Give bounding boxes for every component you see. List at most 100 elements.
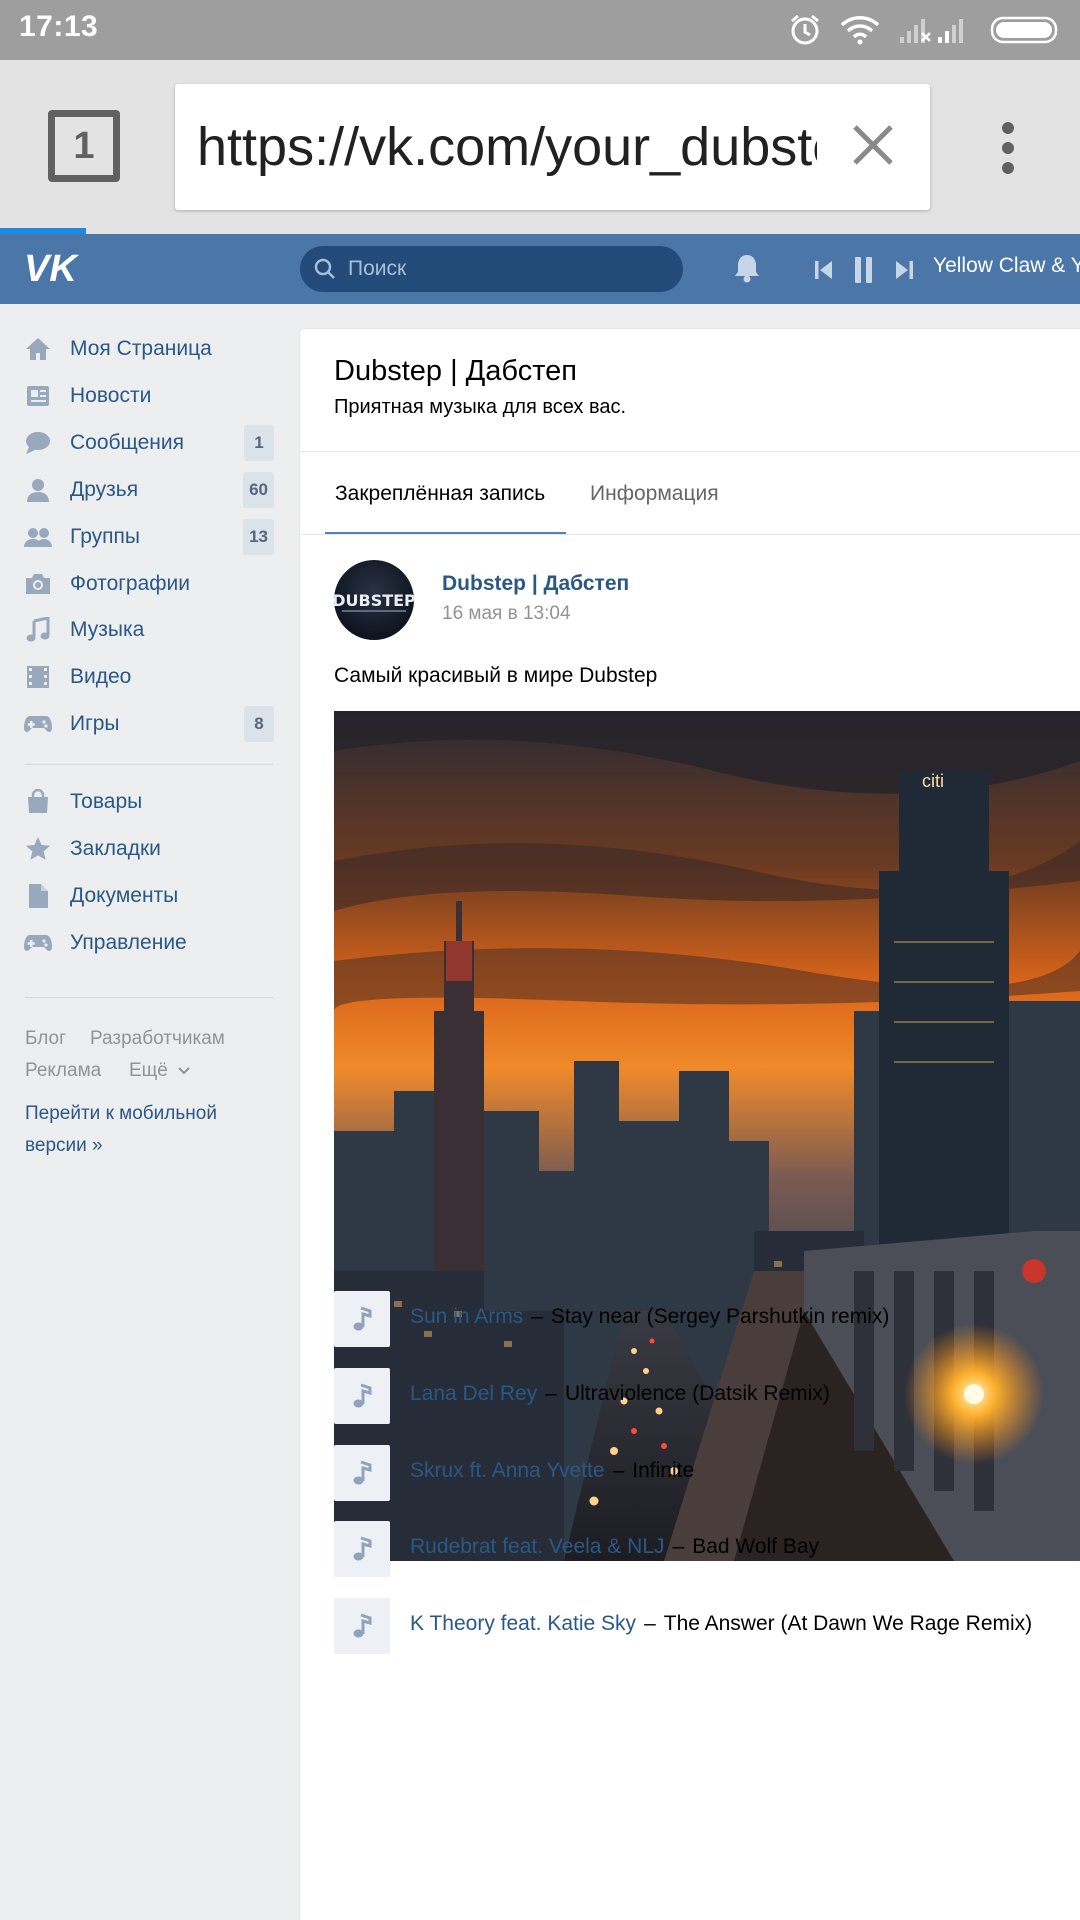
- search-input[interactable]: [346, 246, 666, 292]
- sidebar-item-label: Фотографии: [70, 572, 191, 595]
- track-separator: –: [612, 1459, 625, 1482]
- friends-count-badge: 60: [243, 472, 274, 508]
- url-field[interactable]: https://vk.com/your_dubstep: [175, 84, 930, 210]
- tab-pinned-post[interactable]: Закреплённая запись: [335, 482, 545, 506]
- track-separator: –: [672, 1535, 685, 1558]
- audio-track-row[interactable]: Sun in Arms – Stay near (Sergey Parshutkin…: [334, 1291, 1074, 1349]
- overflow-menu-icon[interactable]: [1000, 122, 1016, 174]
- alarm-icon: [788, 13, 822, 47]
- sidebar-item-games[interactable]: Игры 8: [24, 704, 274, 744]
- previous-icon[interactable]: [814, 258, 834, 287]
- sidebar-item-goods[interactable]: Товары: [24, 782, 274, 822]
- sidebar-item-video[interactable]: Видео: [24, 657, 274, 697]
- sidebar-item-bookmarks[interactable]: Закладки: [24, 829, 274, 869]
- search-icon: [313, 257, 337, 286]
- sidebar-item-label: Сообщения: [70, 431, 184, 454]
- divider: [300, 534, 1080, 535]
- track-separator: –: [531, 1305, 543, 1328]
- next-icon[interactable]: [894, 258, 914, 287]
- pause-icon[interactable]: [854, 256, 874, 289]
- games-count-badge: 8: [244, 706, 274, 742]
- track-title: Stay near (Sergey Parshutkin remix): [550, 1305, 890, 1328]
- post-photo-city-sunset[interactable]: citi: [334, 711, 1080, 1561]
- mobile-version-link[interactable]: Перейти к мобильной версии »: [25, 1098, 265, 1162]
- post-author-avatar[interactable]: DUBSTEP: [334, 560, 414, 640]
- music-icon[interactable]: [334, 1521, 390, 1577]
- track-title: The Answer (At Dawn We Rage Remix): [663, 1612, 1033, 1635]
- track-artist[interactable]: Skrux ft. Anna Yvette: [410, 1459, 605, 1482]
- group-status: Приятная музыка для всех вас.: [334, 396, 627, 418]
- sidebar-item-friends[interactable]: Друзья 60: [24, 470, 274, 510]
- audio-track-row[interactable]: Lana Del Rey – Ultraviolence (Datsik Remix…: [334, 1368, 1074, 1426]
- post-text: Самый красивый в мире Dubstep: [334, 664, 658, 687]
- news-icon: [24, 382, 52, 410]
- sidebar-item-music[interactable]: Музыка: [24, 610, 274, 650]
- group-title: Dubstep | Дабстеп: [334, 355, 578, 387]
- vk-header: VK Yellow Claw & Y: [0, 234, 1080, 304]
- track-artist[interactable]: Lana Del Rey: [410, 1382, 537, 1405]
- url-text[interactable]: https://vk.com/your_dubstep: [197, 112, 817, 182]
- gamepad-icon: [24, 710, 52, 738]
- footer-link-developers[interactable]: Разработчикам: [90, 1028, 225, 1050]
- bag-icon: [24, 788, 52, 816]
- battery-icon: [990, 15, 1062, 45]
- browser-toolbar: 1 https://vk.com/your_dubstep: [0, 60, 1080, 234]
- status-time: 17:13: [19, 10, 99, 43]
- tab-information[interactable]: Информация: [590, 482, 719, 506]
- track-artist[interactable]: K Theory feat. Katie Sky: [410, 1612, 636, 1635]
- audio-track-row[interactable]: Skrux ft. Anna Yvette – Infinite: [334, 1445, 1074, 1503]
- svg-text:VK: VK: [24, 250, 79, 286]
- tab-switcher-button[interactable]: 1: [48, 110, 120, 182]
- sidebar-divider: [25, 764, 273, 765]
- sidebar-item-label: Друзья: [70, 478, 139, 501]
- document-icon: [24, 882, 52, 910]
- sidebar-item-label: Группы: [70, 525, 140, 548]
- sidebar-item-label: Управление: [70, 931, 187, 954]
- sidebar-item-label: Документы: [70, 884, 179, 907]
- sidebar-item-groups[interactable]: Группы 13: [24, 517, 274, 557]
- footer-more-label: Ещё: [129, 1060, 168, 1081]
- track-title: Bad Wolf Bay: [692, 1535, 820, 1558]
- vk-logo[interactable]: VK: [24, 248, 80, 291]
- sidebar-item-documents[interactable]: Документы: [24, 876, 274, 916]
- sidebar-item-label: Музыка: [70, 618, 145, 641]
- sidebar-item-label: Закладки: [70, 837, 161, 860]
- music-icon[interactable]: [334, 1598, 390, 1654]
- sidebar-item-label: Новости: [70, 384, 152, 407]
- divider: [300, 451, 1080, 452]
- now-playing-track[interactable]: Yellow Claw & Y: [933, 254, 1080, 278]
- audio-track-row[interactable]: K Theory feat. Katie Sky – The Answer (At …: [334, 1598, 1074, 1656]
- sidebar-item-news[interactable]: Новости: [24, 376, 274, 416]
- sidebar-divider: [25, 997, 273, 998]
- chevron-down-icon: [178, 1067, 190, 1075]
- audio-track-row[interactable]: Rudebrat feat. Veela & NLJ – Bad Wolf Bay: [334, 1521, 1074, 1579]
- track-artist[interactable]: Sun in Arms: [410, 1305, 523, 1328]
- track-separator: –: [644, 1612, 656, 1635]
- groups-icon: [24, 523, 52, 551]
- footer-link-blog[interactable]: Блог: [25, 1028, 66, 1050]
- search-box[interactable]: [300, 246, 683, 292]
- messages-count-badge: 1: [244, 425, 274, 461]
- post-date[interactable]: 16 мая в 13:04: [442, 603, 571, 625]
- sidebar-item-my-page[interactable]: Моя Страница: [24, 329, 274, 369]
- sidebar-item-management[interactable]: Управление: [24, 923, 274, 963]
- post-author-link[interactable]: Dubstep | Дабстеп: [442, 572, 629, 596]
- footer-link-ads[interactable]: Реклама: [25, 1060, 101, 1082]
- music-icon[interactable]: [334, 1368, 390, 1424]
- footer-link-more[interactable]: Ещё: [129, 1060, 191, 1082]
- signal-icon: [898, 15, 972, 45]
- sidebar-item-label: Товары: [70, 790, 143, 813]
- image-sign-text: citi: [922, 771, 944, 791]
- close-icon[interactable]: [850, 122, 896, 173]
- gamepad-icon: [24, 929, 52, 957]
- music-icon[interactable]: [334, 1291, 390, 1347]
- avatar-logo-text: DUBSTEP: [334, 591, 414, 610]
- status-icons: [788, 12, 1062, 48]
- friends-icon: [24, 476, 52, 504]
- music-icon[interactable]: [334, 1445, 390, 1501]
- sidebar-item-messages[interactable]: Сообщения 1: [24, 423, 274, 463]
- bell-icon[interactable]: [732, 252, 762, 289]
- sidebar-item-photos[interactable]: Фотографии: [24, 564, 274, 604]
- track-artist[interactable]: Rudebrat feat. Veela & NLJ: [410, 1535, 665, 1558]
- home-icon: [24, 335, 52, 363]
